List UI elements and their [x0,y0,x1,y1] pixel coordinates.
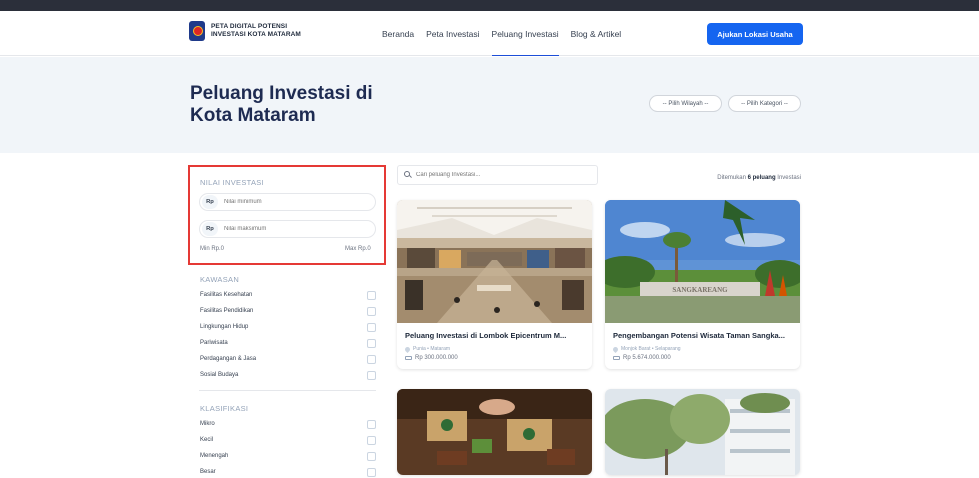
kawasan-checkbox[interactable] [367,354,376,364]
logo-line-2: INVESTASI KOTA MATARAM [211,31,301,38]
kawasan-option[interactable]: Fasilitas Pendidikan [200,305,376,317]
nav-beranda[interactable]: Beranda [382,29,414,43]
money-icon [613,356,620,360]
card-location: Punia • Mataram [413,346,451,352]
kawasan-option[interactable]: Sosial Budaya [200,369,376,381]
result-count-value: 6 peluang [747,175,776,181]
kawasan-label: Fasilitas Kesehatan [200,292,253,298]
sidebar-divider [199,390,376,391]
ajukan-lokasi-button[interactable]: Ajukan Lokasi Usaha [707,23,803,45]
search-input[interactable] [416,172,586,178]
klasifikasi-checkbox[interactable] [367,435,376,445]
klasifikasi-label: Kecil [200,437,214,443]
logo-line-1: PETA DIGITAL POTENSI [211,23,288,30]
card-price: Rp 5.674.000.000 [623,355,671,361]
card-image: SANGKAREANG [605,200,800,323]
kawasan-checkbox[interactable] [367,338,376,348]
card-location: Monjok Barat • Selaparang [621,346,681,352]
kawasan-label: Pariwisata [200,340,228,346]
nav-links: Beranda Peta Investasi Peluang Investasi… [382,29,633,56]
top-dark-bar [0,0,979,11]
investment-card[interactable] [397,389,592,475]
kawasan-checkbox[interactable] [367,306,376,316]
nilai-maksimum-input[interactable] [224,226,364,232]
kawasan-option[interactable]: Pariwisata [200,337,376,349]
rupiah-prefix: Rp [202,195,218,209]
location-pin-icon [611,345,620,353]
navbar: PETA DIGITAL POTENSI INVESTASI KOTA MATA… [0,11,979,56]
search-bar[interactable] [397,165,598,185]
klasifikasi-option[interactable]: Kecil [200,434,376,446]
nilai-investasi-title: NILAI INVESTASI [200,178,264,187]
nav-peluang-investasi[interactable]: Peluang Investasi [491,29,559,56]
card-image [605,389,800,475]
klasifikasi-label: Besar [200,469,216,475]
kawasan-option[interactable]: Lingkungan Hidup [200,321,376,333]
klasifikasi-title: KLASIFIKASI [200,404,249,413]
hero-banner [0,57,979,153]
klasifikasi-checkbox[interactable] [367,451,376,461]
nav-blog-artikel[interactable]: Blog & Artikel [571,29,622,43]
klasifikasi-checkbox[interactable] [367,419,376,429]
kawasan-title: KAWASAN [200,275,240,284]
location-pin-icon [403,345,412,353]
max-value-label: Max Rp.0 [345,246,371,252]
wilayah-select[interactable]: -- Pilih Wilayah -- [649,95,722,112]
page-title-line-1: Peluang Investasi di [190,83,373,104]
kawasan-checkbox[interactable] [367,322,376,332]
kawasan-label: Sosial Budaya [200,372,239,378]
kawasan-option[interactable]: Perdagangan & Jasa [200,353,376,365]
page-title-line-2: Kota Mataram [190,105,316,126]
klasifikasi-label: Mikro [200,421,215,427]
klasifikasi-option[interactable]: Mikro [200,418,376,430]
site-logo[interactable]: PETA DIGITAL POTENSI INVESTASI KOTA MATA… [189,21,301,41]
kawasan-checkbox[interactable] [367,370,376,380]
card-image [397,389,592,475]
page-title: Peluang Investasi di Kota Mataram [190,83,390,127]
result-count: Ditemukan 6 peluang Investasi [640,175,801,181]
card-image [397,200,592,323]
investment-card[interactable] [605,389,800,475]
investment-card[interactable]: Peluang Investasi di Lombok Epicentrum M… [397,200,592,369]
klasifikasi-option[interactable]: Menengah [200,450,376,462]
nilai-maksimum-field[interactable]: Rp [199,220,376,238]
search-icon [404,171,412,179]
kawasan-checkbox[interactable] [367,290,376,300]
kawasan-label: Lingkungan Hidup [200,324,249,330]
nilai-minimum-input[interactable] [224,199,364,205]
card-price: Rp 300.000.000 [415,355,458,361]
nilai-minimum-field[interactable]: Rp [199,193,376,211]
kawasan-label: Perdagangan & Jasa [200,356,257,362]
card-title: Pengembangan Potensi Wisata Taman Sangka… [613,331,785,340]
rupiah-prefix: Rp [202,222,218,236]
card-title: Peluang Investasi di Lombok Epicentrum M… [405,331,567,340]
klasifikasi-label: Menengah [200,453,229,459]
min-value-label: Min Rp.0 [200,246,225,252]
kategori-select[interactable]: -- Pilih Kategori -- [728,95,801,112]
money-icon [405,356,412,360]
result-suffix: Investasi [775,175,801,181]
mataram-emblem-icon [189,21,205,41]
result-prefix: Ditemukan [717,175,748,181]
kawasan-label: Fasilitas Pendidikan [200,308,254,314]
klasifikasi-checkbox[interactable] [367,467,376,477]
sangkareang-sign: SANGKAREANG [672,286,728,294]
klasifikasi-option[interactable]: Besar [200,466,376,478]
nav-peta-investasi[interactable]: Peta Investasi [426,29,479,43]
investment-card[interactable]: SANGKAREANG Pengembangan Potensi Wisata … [605,200,800,369]
kawasan-option[interactable]: Fasilitas Kesehatan [200,289,376,301]
